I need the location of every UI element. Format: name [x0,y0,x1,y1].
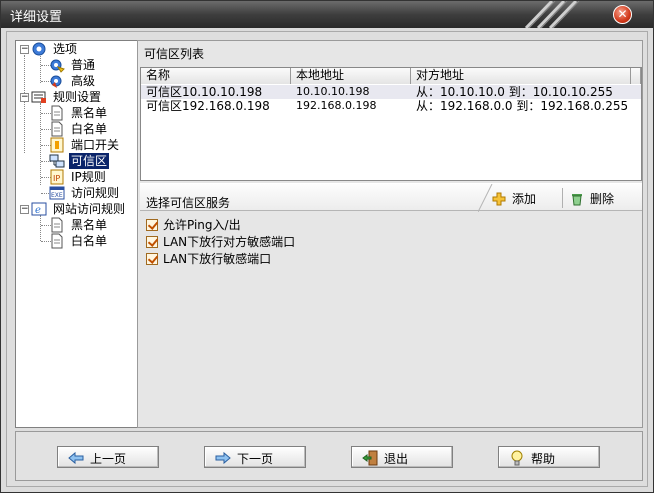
service-toolbar: 选择可信区服务 添加 删除 [140,183,642,212]
column-header-filler [631,68,641,84]
lightbulb-icon [511,450,523,466]
general-settings-icon [50,59,65,73]
checkbox-checked-icon [146,253,158,265]
plus-icon [492,192,506,206]
tree-line [40,215,41,241]
toolbar-separator [562,188,563,208]
column-header-name[interactable]: 名称 [141,68,291,84]
title-bar[interactable]: 详细设置 ✕ [1,1,653,28]
row-remote-address: 从：10.10.10.0 到：10.10.10.255 [416,85,613,99]
svg-text:EXE: EXE [51,192,63,199]
row-name: 可信区10.10.10.198 [146,85,263,99]
arrow-right-icon [215,451,231,465]
checkbox-checked-icon [146,219,158,231]
web-browser-icon: e [31,202,47,216]
checkbox-checked-icon [146,236,158,248]
trusted-zone-list[interactable]: 名称 本地地址 对方地址 可信区10.10.10.198 10.10.10.19… [140,67,642,181]
tree-line [24,55,25,153]
list-header: 名称 本地地址 对方地址 [141,68,641,84]
prev-page-button[interactable]: 上一页 [57,446,159,468]
arrow-left-icon [68,451,84,465]
exit-button[interactable]: 退出 [351,446,453,468]
next-page-button[interactable]: 下一页 [204,446,306,468]
tree-line [40,103,41,185]
close-button[interactable]: ✕ [613,5,632,24]
whitelist-document-icon [51,121,63,137]
trusted-zone-panel: 可信区列表 名称 本地地址 对方地址 可信区10.10.10.198 10.10… [137,40,643,428]
rules-settings-icon [31,91,46,103]
column-header-remote-address[interactable]: 对方地址 [411,68,631,84]
svg-text:IP: IP [53,174,60,183]
web-blacklist-document-icon [51,217,63,233]
options-gear-icon [32,42,46,56]
trash-icon [572,194,582,206]
tree-line [40,53,41,83]
column-header-local-address[interactable]: 本地地址 [291,68,411,84]
advanced-settings-icon [50,75,62,88]
web-whitelist-document-icon [51,233,63,249]
button-bar: 上一页 下一页 退出 帮助 [15,431,643,481]
row-local-address: 10.10.10.198 [296,85,370,98]
trusted-list-title: 可信区列表 [144,47,205,61]
close-icon: ✕ [617,7,628,21]
collapse-toggle[interactable]: − [20,205,29,214]
collapse-toggle[interactable]: − [20,93,29,102]
ip-rules-icon: IP [50,169,64,185]
settings-window: 详细设置 ✕ − − − 选项 普通 高级 规则设置 黑名单 白名单 端口开关 … [0,0,654,493]
client-area: − − − 选项 普通 高级 规则设置 黑名单 白名单 端口开关 可信区 IP … [6,31,648,487]
titlebar-stripes-decoration [524,1,580,28]
services-title: 选择可信区服务 [146,196,231,210]
settings-tree: − − − 选项 普通 高级 规则设置 黑名单 白名单 端口开关 可信区 IP … [15,40,139,428]
window-title: 详细设置 [10,10,63,25]
blacklist-document-icon [51,105,63,121]
table-row[interactable]: 可信区10.10.10.198 10.10.10.198 从：10.10.10.… [141,85,641,99]
trusted-zone-network-icon [49,154,65,168]
exit-door-icon [362,450,378,466]
row-name: 可信区192.168.0.198 [146,99,270,113]
help-button[interactable]: 帮助 [498,446,600,468]
svg-text:e: e [35,205,41,216]
port-switch-icon [50,137,64,153]
collapse-toggle[interactable]: − [20,45,29,54]
exe-file-icon: EXE [49,186,65,200]
table-row[interactable]: 可信区192.168.0.198 192.168.0.198 从：192.168… [141,99,641,113]
row-local-address: 192.168.0.198 [296,99,377,112]
row-remote-address: 从：192.168.0.0 到：192.168.0.255 [416,99,629,113]
